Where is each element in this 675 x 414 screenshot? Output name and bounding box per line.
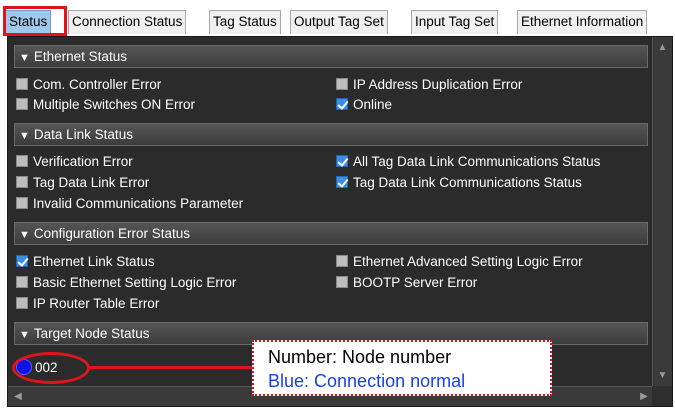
section-title: Target Node Status	[33, 326, 150, 341]
status-item-com-controller-error: Com. Controller Error	[16, 75, 161, 95]
status-checkbox	[16, 155, 28, 167]
callout-connector-line	[89, 366, 259, 369]
status-checkbox-checked	[336, 98, 348, 110]
scroll-corner	[652, 386, 672, 406]
status-checkbox	[16, 276, 28, 288]
status-checkbox	[336, 78, 348, 90]
callout-box: Number: Node number Blue: Connection nor…	[252, 340, 552, 396]
status-item-invalid-comm-param: Invalid Communications Parameter	[16, 194, 243, 214]
section-title: Data Link Status	[33, 127, 133, 142]
collapse-triangle-icon: ▼	[19, 130, 30, 142]
status-item-basic-ethernet-error: Basic Ethernet Setting Logic Error	[16, 273, 236, 293]
status-item-tag-data-link-error: Tag Data Link Error	[16, 173, 149, 193]
vertical-scrollbar[interactable]: ▲ ▼	[652, 37, 672, 387]
status-checkbox-checked	[336, 155, 348, 167]
status-label: Com. Controller Error	[33, 77, 162, 92]
collapse-triangle-icon: ▼	[19, 52, 30, 64]
status-label: IP Router Table Error	[33, 296, 160, 311]
scroll-down-arrow-icon[interactable]: ▼	[655, 367, 670, 385]
status-label: All Tag Data Link Communications Status	[353, 154, 601, 169]
tab-input-tag-set[interactable]: Input Tag Set	[411, 10, 499, 34]
status-item-verification-error: Verification Error	[16, 152, 133, 172]
status-label: Ethernet Link Status	[33, 254, 155, 269]
status-checkbox	[16, 297, 28, 309]
section-header-ethernet-status[interactable]: ▼ Ethernet Status	[14, 45, 648, 68]
status-label: Basic Ethernet Setting Logic Error	[33, 275, 237, 290]
status-checkbox-checked	[16, 255, 28, 267]
tab-output-tag-set[interactable]: Output Tag Set	[290, 10, 388, 34]
tab-tag-status[interactable]: Tag Status	[209, 10, 281, 34]
status-item-multiple-switches-error: Multiple Switches ON Error	[16, 95, 195, 115]
status-item-online: Online	[336, 95, 392, 115]
status-item-ip-router-error: IP Router Table Error	[16, 294, 159, 314]
status-label: Ethernet Advanced Setting Logic Error	[353, 254, 583, 269]
status-item-tag-data-link-comm: Tag Data Link Communications Status	[336, 173, 582, 193]
section-title: Configuration Error Status	[33, 226, 190, 241]
tab-ethernet-information[interactable]: Ethernet Information	[517, 10, 648, 34]
scroll-right-arrow-icon[interactable]: ▶	[636, 388, 652, 405]
status-label: Tag Data Link Communications Status	[353, 175, 582, 190]
collapse-triangle-icon: ▼	[19, 229, 30, 241]
tab-status[interactable]: Status	[5, 10, 52, 34]
status-label: IP Address Duplication Error	[353, 77, 523, 92]
status-label: Verification Error	[33, 154, 133, 169]
callout-line-blue: Blue: Connection normal	[268, 371, 466, 391]
section-title: Ethernet Status	[33, 49, 127, 64]
status-checkbox	[336, 276, 348, 288]
section-header-configuration-error-status[interactable]: ▼ Configuration Error Status	[14, 222, 648, 245]
status-label: BOOTP Server Error	[353, 275, 478, 290]
status-item-ethernet-advanced-error: Ethernet Advanced Setting Logic Error	[336, 252, 583, 272]
status-checkbox	[16, 78, 28, 90]
status-item-ethernet-link: Ethernet Link Status	[16, 252, 155, 272]
tab-connection-status[interactable]: Connection Status	[68, 10, 187, 34]
status-checkbox	[16, 98, 28, 110]
callout-line-number: Number: Node number	[268, 347, 452, 367]
status-item-all-tag-data-link: All Tag Data Link Communications Status	[336, 152, 600, 172]
status-label: Tag Data Link Error	[33, 175, 150, 190]
scroll-left-arrow-icon[interactable]: ◀	[10, 388, 26, 405]
status-checkbox-checked	[336, 176, 348, 188]
node-highlight-ellipse	[12, 352, 90, 384]
tab-strip: Status Connection Status Tag Status Outp…	[0, 6, 675, 36]
status-label: Invalid Communications Parameter	[33, 196, 244, 211]
status-checkbox	[336, 255, 348, 267]
status-checkbox	[16, 197, 28, 209]
status-item-ip-duplication-error: IP Address Duplication Error	[336, 75, 522, 95]
collapse-triangle-icon: ▼	[19, 329, 30, 341]
scroll-up-arrow-icon[interactable]: ▲	[655, 39, 670, 57]
status-label: Online	[353, 97, 393, 112]
section-header-data-link-status[interactable]: ▼ Data Link Status	[14, 123, 648, 146]
status-label: Multiple Switches ON Error	[33, 97, 196, 112]
status-item-bootp-error: BOOTP Server Error	[336, 273, 477, 293]
status-checkbox	[16, 176, 28, 188]
